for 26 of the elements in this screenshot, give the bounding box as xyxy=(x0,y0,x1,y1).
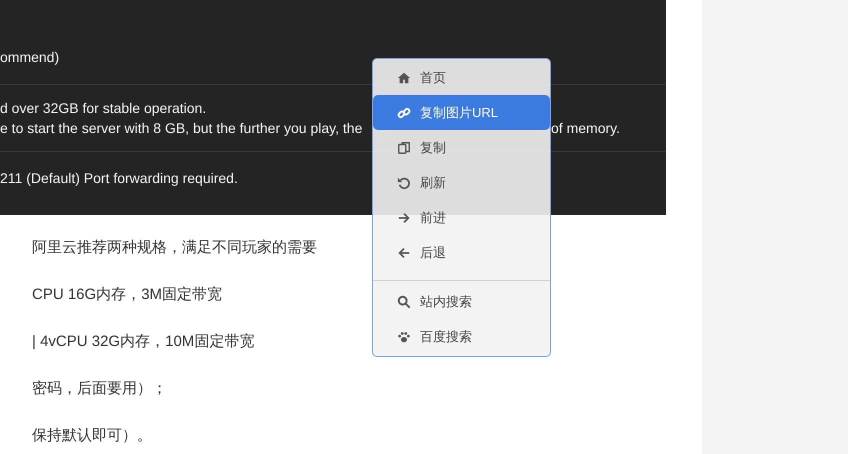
back-arrow-icon xyxy=(397,246,411,260)
paragraph: | 4vCPU 32G内存，10M固定带宽 xyxy=(32,332,254,351)
menu-item[interactable]: 刷新 xyxy=(373,165,550,200)
link-icon xyxy=(397,106,411,120)
menu-item[interactable]: 复制 xyxy=(373,130,550,165)
forward-arrow-icon xyxy=(397,210,411,224)
paw-icon xyxy=(397,330,411,344)
menu-item[interactable]: 后退 xyxy=(373,235,550,270)
search-icon xyxy=(397,294,411,308)
paragraph: 密码，后面要用）； xyxy=(32,379,167,398)
table-text: d over 32GB for stable operation. xyxy=(0,100,206,116)
table-text: e to start the server with 8 GB, but the further you play, the xyxy=(0,120,362,136)
menu-item[interactable]: 复制图片URL xyxy=(373,95,550,130)
copy-icon xyxy=(397,140,411,154)
menu-item[interactable]: 站内搜索 xyxy=(373,284,550,319)
table-text: 211 (Default) Port forwarding required. xyxy=(0,170,238,186)
menu-item[interactable]: 前进 xyxy=(373,200,550,235)
home-icon xyxy=(397,70,411,84)
menu-item[interactable]: 首页 xyxy=(373,60,550,95)
paragraph: 阿里云推荐两种规格，满足不同玩家的需要 xyxy=(32,238,317,257)
refresh-icon xyxy=(397,176,411,190)
paragraph: 保持默认即可）。 xyxy=(32,426,152,445)
table-text: of memory. xyxy=(551,120,620,136)
menu-item[interactable]: 百度搜索 xyxy=(373,319,550,354)
table-text: ommend) xyxy=(0,49,60,65)
paragraph: CPU 16G内存，3M固定带宽 xyxy=(32,285,222,304)
